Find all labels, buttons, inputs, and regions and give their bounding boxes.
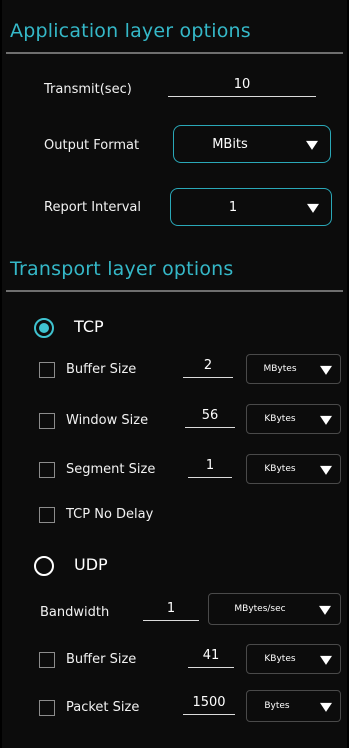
tcp-window-size-input[interactable]: 56 bbox=[185, 405, 235, 428]
triangle-down-icon bbox=[320, 702, 332, 712]
tcp-segment-size-unit-dropdown[interactable]: KBytes bbox=[246, 454, 341, 484]
radio-selected-dot bbox=[39, 323, 49, 333]
output-format-dropdown[interactable]: MBits bbox=[173, 125, 331, 163]
tcp-window-size-label: Window Size bbox=[66, 413, 149, 428]
udp-bandwidth-label: Bandwidth bbox=[40, 605, 110, 620]
tcp-buffer-size-unit-dropdown[interactable]: MBytes bbox=[246, 354, 341, 384]
section-divider bbox=[6, 52, 343, 54]
output-format-value: MBits bbox=[212, 136, 248, 152]
output-format-label: Output Format bbox=[44, 138, 140, 153]
triangle-down-icon bbox=[319, 605, 331, 615]
tcp-buffer-size-checkbox[interactable] bbox=[39, 362, 55, 378]
tcp-segment-size-input[interactable]: 1 bbox=[188, 455, 232, 478]
tcp-segment-size-unit: KBytes bbox=[264, 464, 296, 474]
triangle-down-icon bbox=[320, 465, 332, 475]
report-interval-value: 1 bbox=[228, 199, 238, 215]
options-panel: Application layer options Transmit(sec) … bbox=[2, 0, 347, 748]
udp-buffer-size-checkbox[interactable] bbox=[39, 652, 55, 668]
triangle-down-icon bbox=[320, 415, 332, 425]
udp-radio[interactable] bbox=[34, 556, 54, 576]
triangle-down-icon bbox=[306, 140, 318, 150]
tcp-no-delay-label: TCP No Delay bbox=[66, 507, 154, 522]
triangle-down-icon bbox=[320, 655, 332, 665]
udp-packet-size-input[interactable]: 1500 bbox=[183, 692, 235, 715]
udp-buffer-size-input[interactable]: 41 bbox=[188, 645, 234, 668]
udp-bandwidth-input[interactable]: 1 bbox=[143, 598, 199, 621]
udp-packet-size-label: Packet Size bbox=[66, 700, 140, 715]
udp-bandwidth-unit-dropdown[interactable]: MBytes/sec bbox=[208, 593, 341, 625]
tcp-radio[interactable] bbox=[34, 318, 54, 338]
udp-bandwidth-unit: MBytes/sec bbox=[234, 604, 286, 614]
triangle-down-icon bbox=[307, 203, 319, 213]
transmit-label: Transmit(sec) bbox=[44, 82, 132, 97]
tcp-segment-size-checkbox[interactable] bbox=[39, 462, 55, 478]
tcp-buffer-size-input[interactable]: 2 bbox=[183, 355, 233, 378]
application-layer-title: Application layer options bbox=[10, 20, 251, 42]
tcp-no-delay-checkbox[interactable] bbox=[39, 507, 55, 523]
tcp-window-size-unit-dropdown[interactable]: KBytes bbox=[246, 404, 341, 434]
udp-buffer-size-label: Buffer Size bbox=[66, 652, 137, 667]
udp-buffer-size-unit: KBytes bbox=[264, 654, 296, 664]
transmit-input[interactable]: 10 bbox=[168, 74, 316, 97]
report-interval-dropdown[interactable]: 1 bbox=[170, 188, 332, 226]
udp-packet-size-checkbox[interactable] bbox=[39, 700, 55, 716]
udp-packet-size-unit: Bytes bbox=[264, 701, 290, 711]
transport-layer-title: Transport layer options bbox=[10, 258, 234, 280]
udp-label: UDP bbox=[74, 555, 108, 574]
triangle-down-icon bbox=[320, 365, 332, 375]
tcp-window-size-unit: KBytes bbox=[264, 414, 296, 424]
tcp-segment-size-label: Segment Size bbox=[66, 462, 156, 477]
report-interval-label: Report Interval bbox=[44, 200, 142, 215]
section-divider bbox=[6, 290, 343, 292]
udp-packet-size-unit-dropdown[interactable]: Bytes bbox=[246, 690, 341, 722]
udp-buffer-size-unit-dropdown[interactable]: KBytes bbox=[246, 644, 341, 674]
tcp-buffer-size-label: Buffer Size bbox=[66, 362, 137, 377]
tcp-window-size-checkbox[interactable] bbox=[39, 413, 55, 429]
tcp-buffer-size-unit: MBytes bbox=[263, 364, 297, 374]
tcp-label: TCP bbox=[74, 317, 104, 336]
